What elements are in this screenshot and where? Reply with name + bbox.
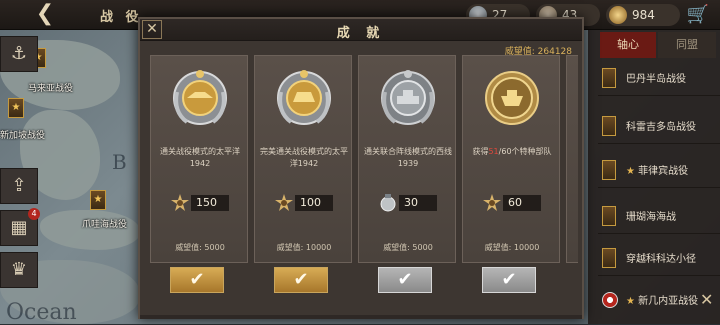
achievements-dialog: 成 就 ✕ 威望值: 264128 通关战役模式的太平洋1942 150 威望值… <box>138 17 584 319</box>
chevron-left-icon: ❮ <box>35 1 55 26</box>
achievement-reward: 100 <box>275 194 335 212</box>
achievement-prestige: 威望值: 5000 <box>175 243 225 252</box>
trophy-icon: ♛ <box>10 259 28 280</box>
achievement-reward: 60 <box>483 194 543 212</box>
star-medal-icon <box>609 6 627 24</box>
claim-reward-button[interactable]: ✔ <box>274 267 328 293</box>
map-water-text: Ocean <box>6 300 77 325</box>
dialog-header: 成 就 ✕ <box>140 19 582 41</box>
page-title: 战 役 <box>100 10 143 25</box>
cart-icon: 🛒 <box>686 4 710 25</box>
gold-star-medal-icon <box>275 194 293 211</box>
campaign-flag-icon <box>602 68 616 88</box>
map-label-singapore[interactable]: 新加坡战役 <box>0 128 45 141</box>
campaign-flag[interactable]: ★ <box>8 98 24 118</box>
achievement-card: 获得51/60个特种部队 60 威望值: 10000 <box>462 55 560 263</box>
map-label-java-sea[interactable]: 爪哇海战役 <box>82 217 127 230</box>
achievement-description: 通关战役模式的太平洋1942 <box>160 147 240 168</box>
achievement-prestige: 威望值: 10000 <box>276 243 332 252</box>
achievement-reward: 150 <box>171 194 231 212</box>
film-icon: ▦ <box>10 217 28 238</box>
gold-medal-icon <box>173 70 227 125</box>
checkmark-icon: ✔ <box>501 269 517 290</box>
achievement-list[interactable]: 通关战役模式的太平洋1942 150 威望值: 5000 完美通关战役模式的太平… <box>148 55 578 263</box>
star-icon: ★ <box>626 296 639 307</box>
gold-star-medal-icon <box>483 194 501 211</box>
campaign-flag-icon <box>602 206 616 226</box>
achievement-description: 完美通关战役模式的太平洋1942 <box>260 147 348 168</box>
achievement-reward: 30 <box>379 194 439 212</box>
dialog-footer <box>140 315 582 319</box>
progress-count: 51 <box>488 147 499 156</box>
achievement-prestige: 威望值: 5000 <box>383 243 433 252</box>
claim-reward-button-disabled[interactable]: ✔ <box>482 267 536 293</box>
silver-tank-medal-icon <box>381 70 435 125</box>
campaign-list-item[interactable]: 穿越科科达小径 <box>598 242 720 276</box>
achievement-description: 获得51/60个特种部队 <box>472 147 552 156</box>
shop-cart-button[interactable]: 🛒 <box>684 4 712 26</box>
achievement-card: 通关战役模式的太平洋1942 150 威望值: 5000 <box>150 55 248 263</box>
gold-medal-icon <box>277 70 331 125</box>
dialog-title: 成 就 <box>336 26 386 41</box>
map-letter: B <box>112 150 127 174</box>
tab-axis[interactable]: 轴心 <box>600 32 656 58</box>
ship-icon: ⚓ <box>10 43 28 64</box>
achievement-description: 通关联合阵线模式的西线1939 <box>364 147 452 168</box>
resource-star-medals: 984 <box>606 4 680 26</box>
campaign-list-panel: 轴心 同盟 巴丹半岛战役 科雷吉多岛战役 ★ 菲律宾战役 珊瑚海海战 穿越科科达… <box>588 30 720 324</box>
checkmark-icon: ✔ <box>397 269 413 290</box>
campaign-flag[interactable]: ★ <box>90 190 106 210</box>
notification-badge: 4 <box>28 208 40 220</box>
checkmark-icon: ✔ <box>293 269 309 290</box>
campaign-flag-icon <box>602 160 616 180</box>
campaign-list-item[interactable]: ★ 菲律宾战役 <box>598 154 720 188</box>
gold-star-medal-icon <box>171 194 189 211</box>
campaign-list-item[interactable]: 科雷吉多岛战役 <box>598 110 720 144</box>
map-land <box>40 210 140 250</box>
home-button[interactable]: ⚓ <box>0 36 38 72</box>
share-icon: ⇪ <box>11 175 27 196</box>
campaign-flag-icon <box>602 292 618 308</box>
claim-reward-button-disabled[interactable]: ✔ <box>378 267 432 293</box>
share-button[interactable]: ⇪ <box>0 168 38 204</box>
map-label-malaya[interactable]: 马来亚战役 <box>28 81 73 94</box>
close-icon[interactable]: ✕ <box>700 290 713 309</box>
star-icon: ★ <box>626 166 639 177</box>
achievement-prestige: 威望值: 10000 <box>484 243 540 252</box>
achievement-card <box>566 55 578 263</box>
tab-allies[interactable]: 同盟 <box>658 32 716 58</box>
trophy-button[interactable]: ♛ <box>0 252 38 288</box>
back-button[interactable]: ❮ <box>30 2 60 28</box>
silver-medal-icon <box>380 194 396 212</box>
close-icon: ✕ <box>146 21 158 37</box>
achievement-card: 完美通关战役模式的太平洋1942 100 威望值: 10000 <box>254 55 352 263</box>
gold-unit-medal-icon <box>485 71 539 125</box>
achievement-card: 通关联合阵线模式的西线1939 30 威望值: 5000 <box>358 55 456 263</box>
claim-reward-button[interactable]: ✔ <box>170 267 224 293</box>
campaign-flag-icon <box>602 116 616 136</box>
checkmark-icon: ✔ <box>189 269 205 290</box>
campaign-list-item[interactable]: 珊瑚海海战 <box>598 200 720 234</box>
campaign-flag-icon <box>602 248 616 268</box>
campaign-list-item[interactable]: 巴丹半岛战役 <box>598 62 720 96</box>
dialog-close-button[interactable]: ✕ <box>142 20 162 39</box>
